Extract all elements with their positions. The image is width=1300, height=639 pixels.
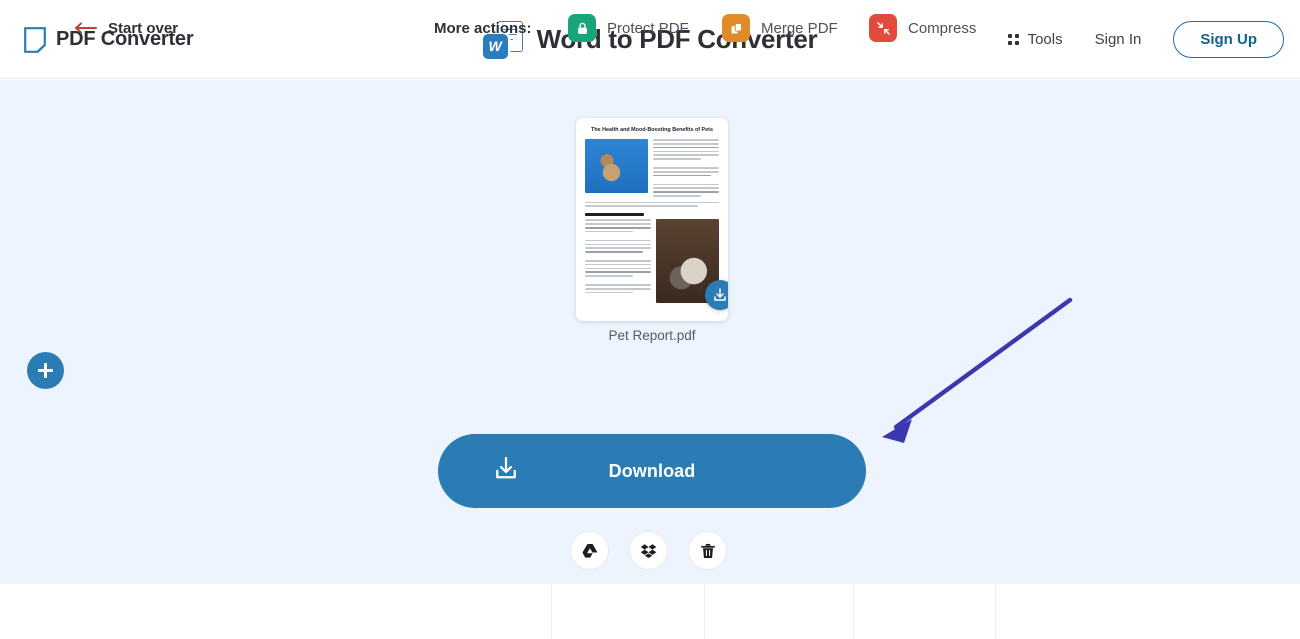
thumbnail-download-badge[interactable] — [705, 280, 728, 310]
thumbnail-row-two — [585, 219, 719, 304]
pdf-document-icon — [24, 26, 46, 53]
thumbnail-subheading — [585, 213, 644, 217]
download-icon — [714, 288, 726, 301]
merge-pdf-label: Merge PDF — [761, 19, 838, 37]
protect-pdf-button[interactable]: Protect PDF — [568, 0, 689, 56]
arrow-left-icon — [75, 22, 97, 34]
header-actions: Tools Sign In Sign Up — [994, 0, 1284, 79]
footer-divider-4 — [995, 584, 996, 639]
sign-up-button[interactable]: Sign Up — [1173, 21, 1284, 58]
thumbnail-row-one — [585, 139, 719, 197]
google-drive-icon — [582, 543, 597, 558]
protect-pdf-label: Protect PDF — [607, 19, 689, 37]
more-actions-label: More actions: — [434, 19, 532, 37]
file-thumbnail[interactable]: The Health and Mood-Boosting Benefits of… — [576, 118, 728, 321]
add-file-button[interactable] — [27, 352, 64, 389]
lock-icon — [568, 14, 596, 42]
start-over-button[interactable]: Start over — [73, 0, 178, 56]
secondary-actions — [570, 531, 727, 570]
file-card: The Health and Mood-Boosting Benefits of… — [576, 118, 728, 343]
footer-divider-2 — [704, 584, 705, 639]
footer-divider-1 — [551, 584, 552, 639]
thumbnail-text-lines-2 — [585, 219, 651, 303]
sign-in-button[interactable]: Sign In — [1077, 23, 1160, 56]
delete-file-button[interactable] — [688, 531, 727, 570]
tools-label: Tools — [1027, 31, 1063, 48]
merge-pdf-button[interactable]: Merge PDF — [722, 0, 838, 56]
compress-label: Compress — [908, 19, 977, 37]
footer-divider-3 — [853, 584, 854, 639]
start-over-label: Start over — [108, 19, 179, 37]
compress-button[interactable]: Compress — [869, 0, 976, 56]
thumbnail-text-lines — [653, 139, 719, 197]
thumbnail-paragraph — [585, 201, 719, 208]
file-name: Pet Report.pdf — [608, 328, 696, 343]
download-icon-large — [492, 455, 520, 488]
merge-icon — [722, 14, 750, 42]
tools-button[interactable]: Tools — [994, 23, 1077, 56]
app-footer — [0, 583, 1300, 639]
compress-icon — [869, 14, 897, 42]
dropbox-icon — [640, 543, 656, 558]
trash-icon — [700, 543, 715, 558]
page-root: PDF Converter W Word to PDF Converter To… — [0, 0, 1300, 639]
download-button[interactable]: Download — [438, 434, 866, 508]
grid-dots-icon — [1007, 34, 1019, 45]
download-button-label: Download — [608, 460, 696, 481]
thumbnail-doc-title: The Health and Mood-Boosting Benefits of… — [591, 127, 713, 133]
dropbox-button[interactable] — [629, 531, 668, 570]
cat-photo — [585, 139, 648, 194]
google-drive-button[interactable] — [570, 531, 609, 570]
